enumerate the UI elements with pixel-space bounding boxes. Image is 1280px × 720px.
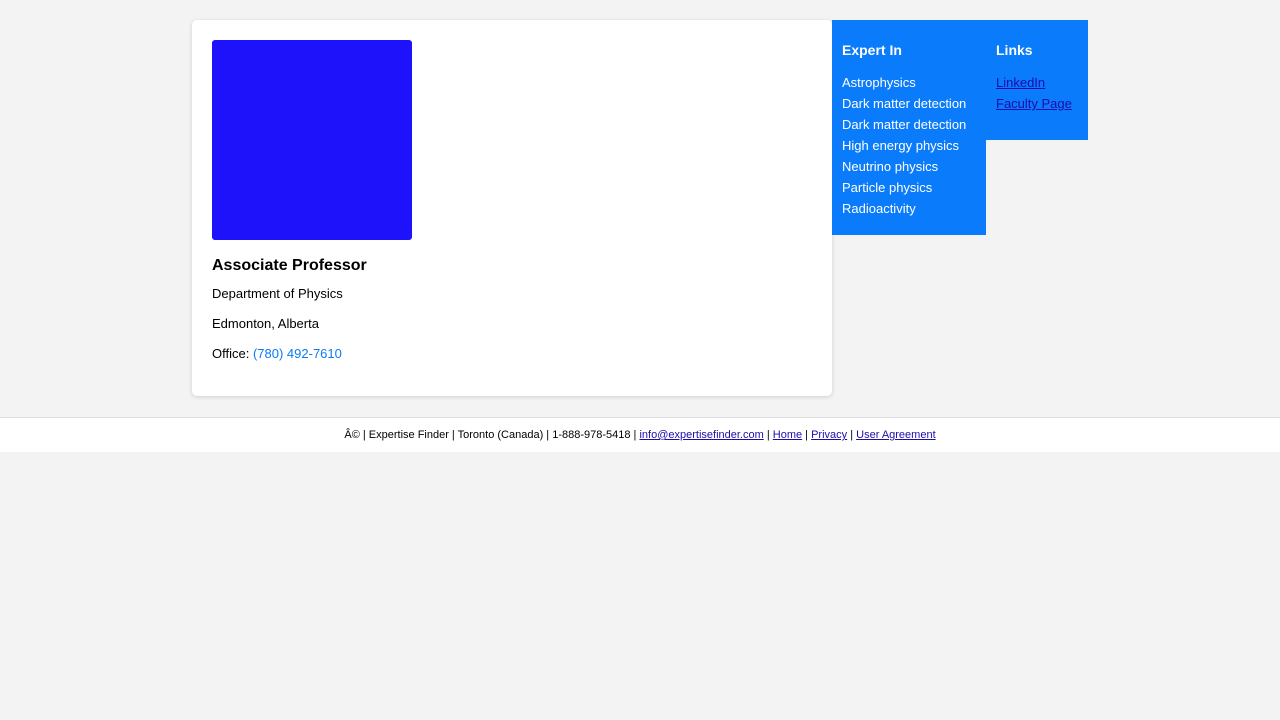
office-line: Office: (780) 492-7610 xyxy=(212,345,812,363)
expertise-item: Particle physics xyxy=(842,180,933,195)
location: Edmonton, Alberta xyxy=(212,316,319,331)
footer-privacy-link[interactable]: Privacy xyxy=(811,429,847,441)
footer-text: Â© | Expertise Finder | Toronto (Canada)… xyxy=(344,429,637,441)
links-list: LinkedIn Faculty Page xyxy=(996,72,1078,114)
links-heading: Links xyxy=(996,42,1033,58)
linkedin-link[interactable]: LinkedIn xyxy=(996,75,1045,90)
department: Department of Physics xyxy=(212,286,343,301)
footer: Â© | Expertise Finder | Toronto (Canada)… xyxy=(0,417,1280,452)
faculty-page-link[interactable]: Faculty Page xyxy=(996,96,1072,111)
expertise-item: Neutrino physics xyxy=(842,159,939,174)
expertise-item: Dark matter detection xyxy=(842,96,967,111)
links-item: LinkedIn xyxy=(996,72,1078,93)
footer-separator: | xyxy=(766,429,770,441)
expert-in-heading: Expert In xyxy=(842,42,902,58)
expertise-item: Radioactivity xyxy=(842,201,916,216)
footer-user-agreement-link[interactable]: User Agreement xyxy=(856,429,935,441)
links-panel: Links LinkedIn Faculty Page xyxy=(986,20,1088,140)
office-phone-link[interactable]: (780) 492-7610 xyxy=(253,346,342,361)
expert-in-panel: Expert In Astrophysics Dark matter detec… xyxy=(832,20,986,235)
profile-card: Associate Professor Department of Physic… xyxy=(192,20,832,396)
expertise-list: Astrophysics Dark matter detection Dark … xyxy=(842,72,976,219)
footer-home-link[interactable]: Home xyxy=(773,429,802,441)
footer-separator: | xyxy=(805,429,809,441)
expertise-item: Astrophysics xyxy=(842,75,916,90)
profile-photo xyxy=(212,40,412,240)
expertise-item: Dark matter detection xyxy=(842,117,967,132)
profile-title: Associate Professor xyxy=(212,257,367,274)
footer-email-link[interactable]: info@expertisefinder.com xyxy=(639,429,763,441)
expertise-item: High energy physics xyxy=(842,138,960,153)
links-item: Faculty Page xyxy=(996,93,1078,114)
office-label: Office: xyxy=(212,346,250,361)
footer-separator: | xyxy=(850,429,854,441)
